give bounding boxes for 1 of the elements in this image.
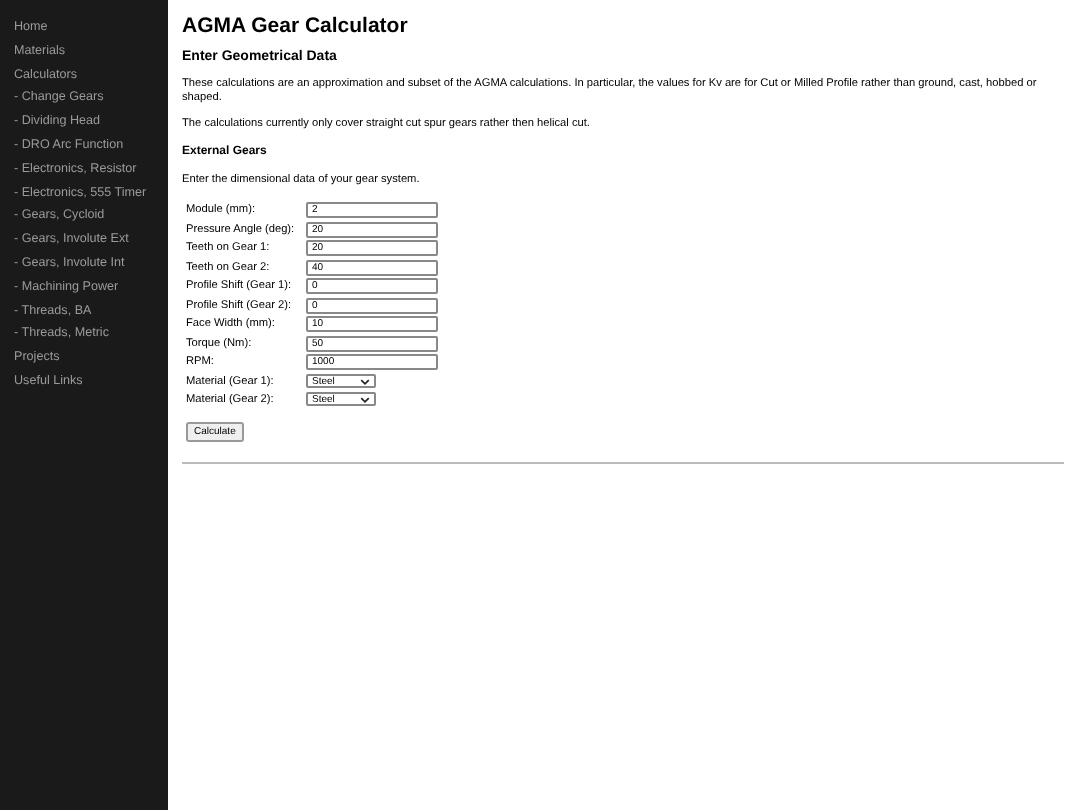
page-title: AGMA Gear Calculator bbox=[182, 14, 408, 38]
